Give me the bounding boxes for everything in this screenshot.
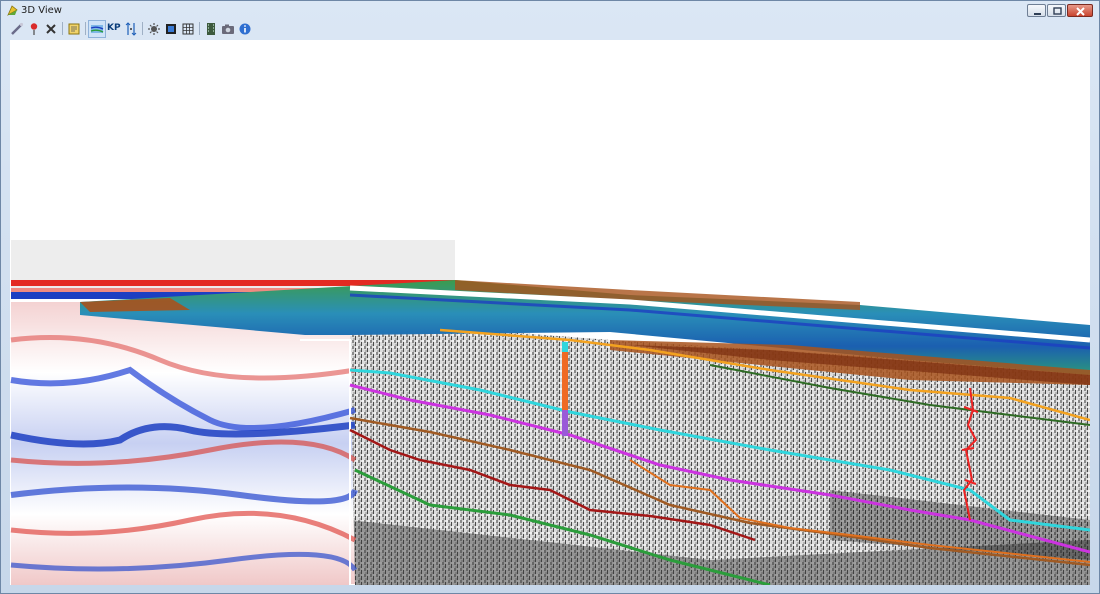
toolbar: KP [1,19,1099,38]
close-icon [1076,7,1085,16]
camera-icon [222,24,234,34]
restore-icon [1053,7,1062,15]
grid-tool[interactable] [180,21,196,37]
kp-tool[interactable]: KP [106,21,122,37]
3d-viewport[interactable] [10,40,1090,585]
palette-icon [166,23,176,34]
snapshot-tool[interactable] [220,21,236,37]
layer-settings-tool[interactable] [66,21,82,37]
export-tool[interactable] [203,21,219,37]
toolbar-separator [62,22,63,35]
light-settings-tool[interactable] [146,21,162,37]
layers-icon [68,23,80,34]
pick-point-tool[interactable] [26,21,42,37]
map-pin-icon [30,22,38,35]
window-title: 3D View [21,5,62,16]
well-marker-left[interactable] [562,342,568,436]
x-icon [46,23,56,34]
info-tool[interactable] [237,21,253,37]
vertical-arrows-icon [125,21,137,36]
delete-tool[interactable] [43,21,59,37]
sun-icon [148,22,160,35]
3d-view-window: 3D View KP [0,0,1100,594]
toolbar-separator [85,22,86,35]
3d-scene[interactable] [10,40,1090,585]
toolbar-separator [142,22,143,35]
horizon-tool[interactable] [88,19,106,38]
title-bar[interactable]: 3D View [1,1,1099,20]
kp-icon: KP [107,22,121,33]
minimize-icon [1034,13,1041,15]
ruler-tool[interactable] [9,21,25,37]
minimize-button[interactable] [1027,4,1046,17]
color-scale-tool[interactable] [163,21,179,37]
close-button[interactable] [1067,4,1093,17]
toolbar-separator [199,22,200,35]
status-bar [1,587,1099,593]
info-icon [239,23,251,34]
app-icon [7,5,18,16]
horizon-icon [90,24,104,33]
grid-icon [182,23,194,34]
restore-button[interactable] [1047,4,1066,17]
ruler-icon [11,22,24,35]
vertical-scale-tool[interactable] [123,21,139,37]
film-icon [207,22,215,35]
